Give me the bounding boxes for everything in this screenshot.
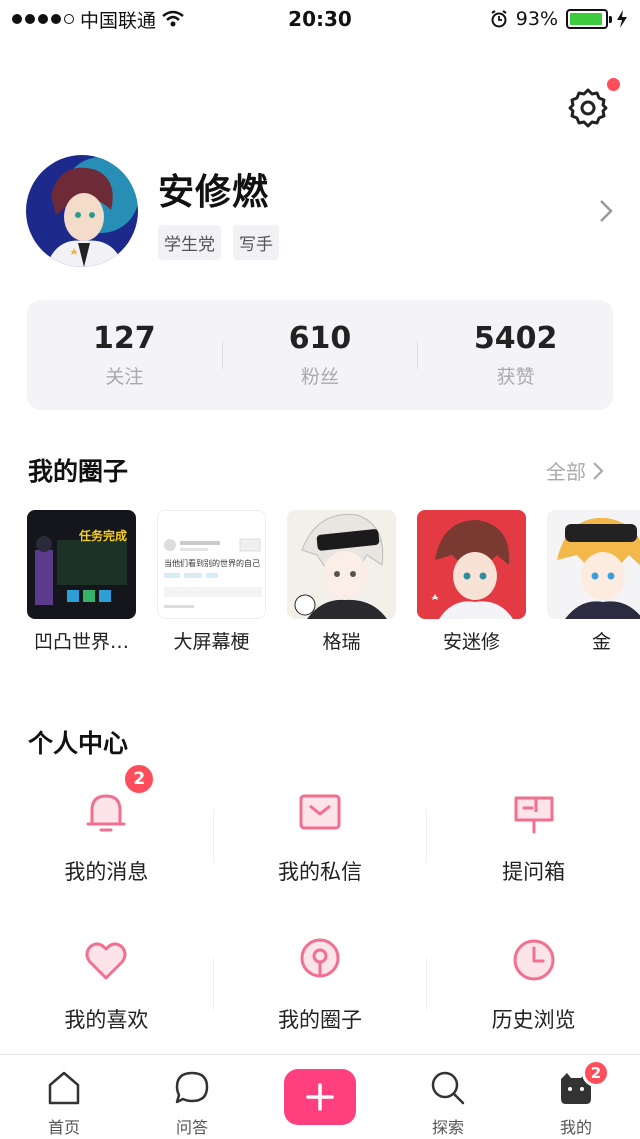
my-circles-button[interactable]: 我的圈子	[214, 918, 427, 1034]
circle-name: 安迷修	[442, 631, 500, 653]
circles-list: 任务完成 凹凸世界… 当他们看到别的世界的自己 大屏幕梗 格瑞 安迷修 金	[27, 510, 640, 660]
circle-thumbnail	[287, 510, 396, 619]
unread-badge: 2	[122, 762, 157, 796]
plus-icon	[306, 1083, 334, 1111]
circle-name: 格瑞	[322, 631, 361, 653]
stat-value: 610	[288, 321, 352, 356]
stats-panel: 127 关注 610 粉丝 5402 获赞	[27, 300, 613, 410]
tab-badge: 2	[582, 1059, 610, 1087]
gear-icon	[568, 88, 608, 128]
mailbox-icon	[514, 796, 554, 834]
notification-dot	[607, 78, 620, 91]
profile-header[interactable]: 安修燃 学生党 写手	[26, 155, 616, 267]
user-tag: 学生党	[158, 224, 221, 260]
tab-label: 首页	[47, 1118, 80, 1137]
tab-bar: 首页 问答 探索 2 我的	[0, 1054, 640, 1139]
cell-label: 我的私信	[278, 860, 362, 884]
my-private-messages-button[interactable]: 我的私信	[214, 770, 427, 886]
stat-following[interactable]: 127 关注	[27, 321, 222, 389]
tab-create[interactable]	[256, 1055, 384, 1139]
circle-name: 大屏幕梗	[173, 631, 250, 653]
home-icon	[48, 1071, 80, 1105]
circle-thumbnail	[547, 510, 640, 619]
alarm-icon	[491, 10, 507, 28]
thumb-text: 任务完成	[78, 528, 127, 543]
user-name: 安修燃	[158, 171, 270, 213]
clock-icon	[513, 939, 555, 981]
cell-label: 提问箱	[502, 860, 566, 884]
bell-icon	[86, 794, 126, 832]
thumb-text: 当他们看到别的世界的自己	[164, 558, 260, 568]
chevron-right-icon[interactable]	[596, 196, 616, 226]
circles-section-title: 我的圈子	[28, 457, 129, 486]
charging-icon	[617, 10, 627, 28]
stat-followers[interactable]: 610 粉丝	[223, 321, 418, 389]
battery-icon	[566, 9, 612, 29]
mail-icon	[299, 794, 341, 830]
see-all-circles-link[interactable]: 全部	[546, 456, 604, 485]
history-button[interactable]: 历史浏览	[427, 918, 640, 1034]
user-tag: 写手	[233, 224, 279, 260]
circle-name: 凹凸世界…	[33, 631, 129, 653]
tab-home[interactable]: 首页	[0, 1055, 128, 1139]
cell-label: 历史浏览	[491, 1008, 576, 1032]
question-box-button[interactable]: 提问箱	[427, 770, 640, 886]
avatar[interactable]	[26, 155, 138, 267]
see-all-label: 全部	[546, 460, 586, 484]
cell-label: 我的消息	[64, 860, 149, 884]
circle-card[interactable]: 安迷修	[417, 510, 526, 660]
circle-thumbnail: 任务完成	[27, 510, 136, 619]
carrier-label: 中国联通	[80, 9, 157, 32]
circle-pin-icon	[300, 938, 340, 978]
tab-label: 我的	[559, 1118, 592, 1137]
stat-value: 127	[93, 321, 156, 356]
cell-label: 我的喜欢	[64, 1008, 149, 1032]
wifi-icon	[162, 10, 184, 27]
clock-time: 20:30	[288, 7, 352, 31]
battery-percent: 93%	[515, 8, 558, 30]
tab-label: 探索	[431, 1118, 464, 1137]
settings-button[interactable]	[566, 78, 620, 130]
circle-card[interactable]: 格瑞	[287, 510, 396, 660]
circle-card[interactable]: 任务完成 凹凸世界…	[27, 510, 136, 660]
circle-thumbnail	[417, 510, 526, 619]
personal-center-title: 个人中心	[28, 729, 129, 758]
cell-label: 我的圈子	[278, 1008, 362, 1032]
stat-likes[interactable]: 5402 获赞	[418, 321, 613, 389]
circle-thumbnail: 当他们看到别的世界的自己	[157, 510, 266, 619]
my-messages-button[interactable]: 2 我的消息	[0, 762, 213, 886]
chat-icon	[175, 1071, 209, 1104]
signal-icon	[12, 14, 74, 24]
stat-label: 关注	[105, 366, 144, 388]
stat-label: 粉丝	[301, 366, 340, 388]
tab-me[interactable]: 2 我的	[512, 1055, 640, 1139]
tab-qa[interactable]: 问答	[128, 1055, 256, 1139]
tab-label: 问答	[175, 1118, 208, 1137]
chevron-right-icon	[593, 461, 604, 480]
stat-value: 5402	[473, 321, 558, 356]
circle-card[interactable]: 金	[547, 510, 640, 660]
status-bar: 中国联通 20:30 93%	[0, 0, 640, 38]
circle-card[interactable]: 当他们看到别的世界的自己 大屏幕梗	[157, 510, 266, 660]
personal-center-grid: 2 我的消息 我的私信 提问箱 我的喜欢 我的圈子 历史浏览	[0, 762, 640, 1066]
search-icon	[431, 1071, 465, 1105]
stat-label: 获赞	[496, 366, 535, 388]
tab-explore[interactable]: 探索	[384, 1055, 512, 1139]
circle-name: 金	[591, 631, 611, 653]
my-likes-button[interactable]: 我的喜欢	[0, 918, 213, 1034]
heart-icon	[85, 942, 127, 980]
